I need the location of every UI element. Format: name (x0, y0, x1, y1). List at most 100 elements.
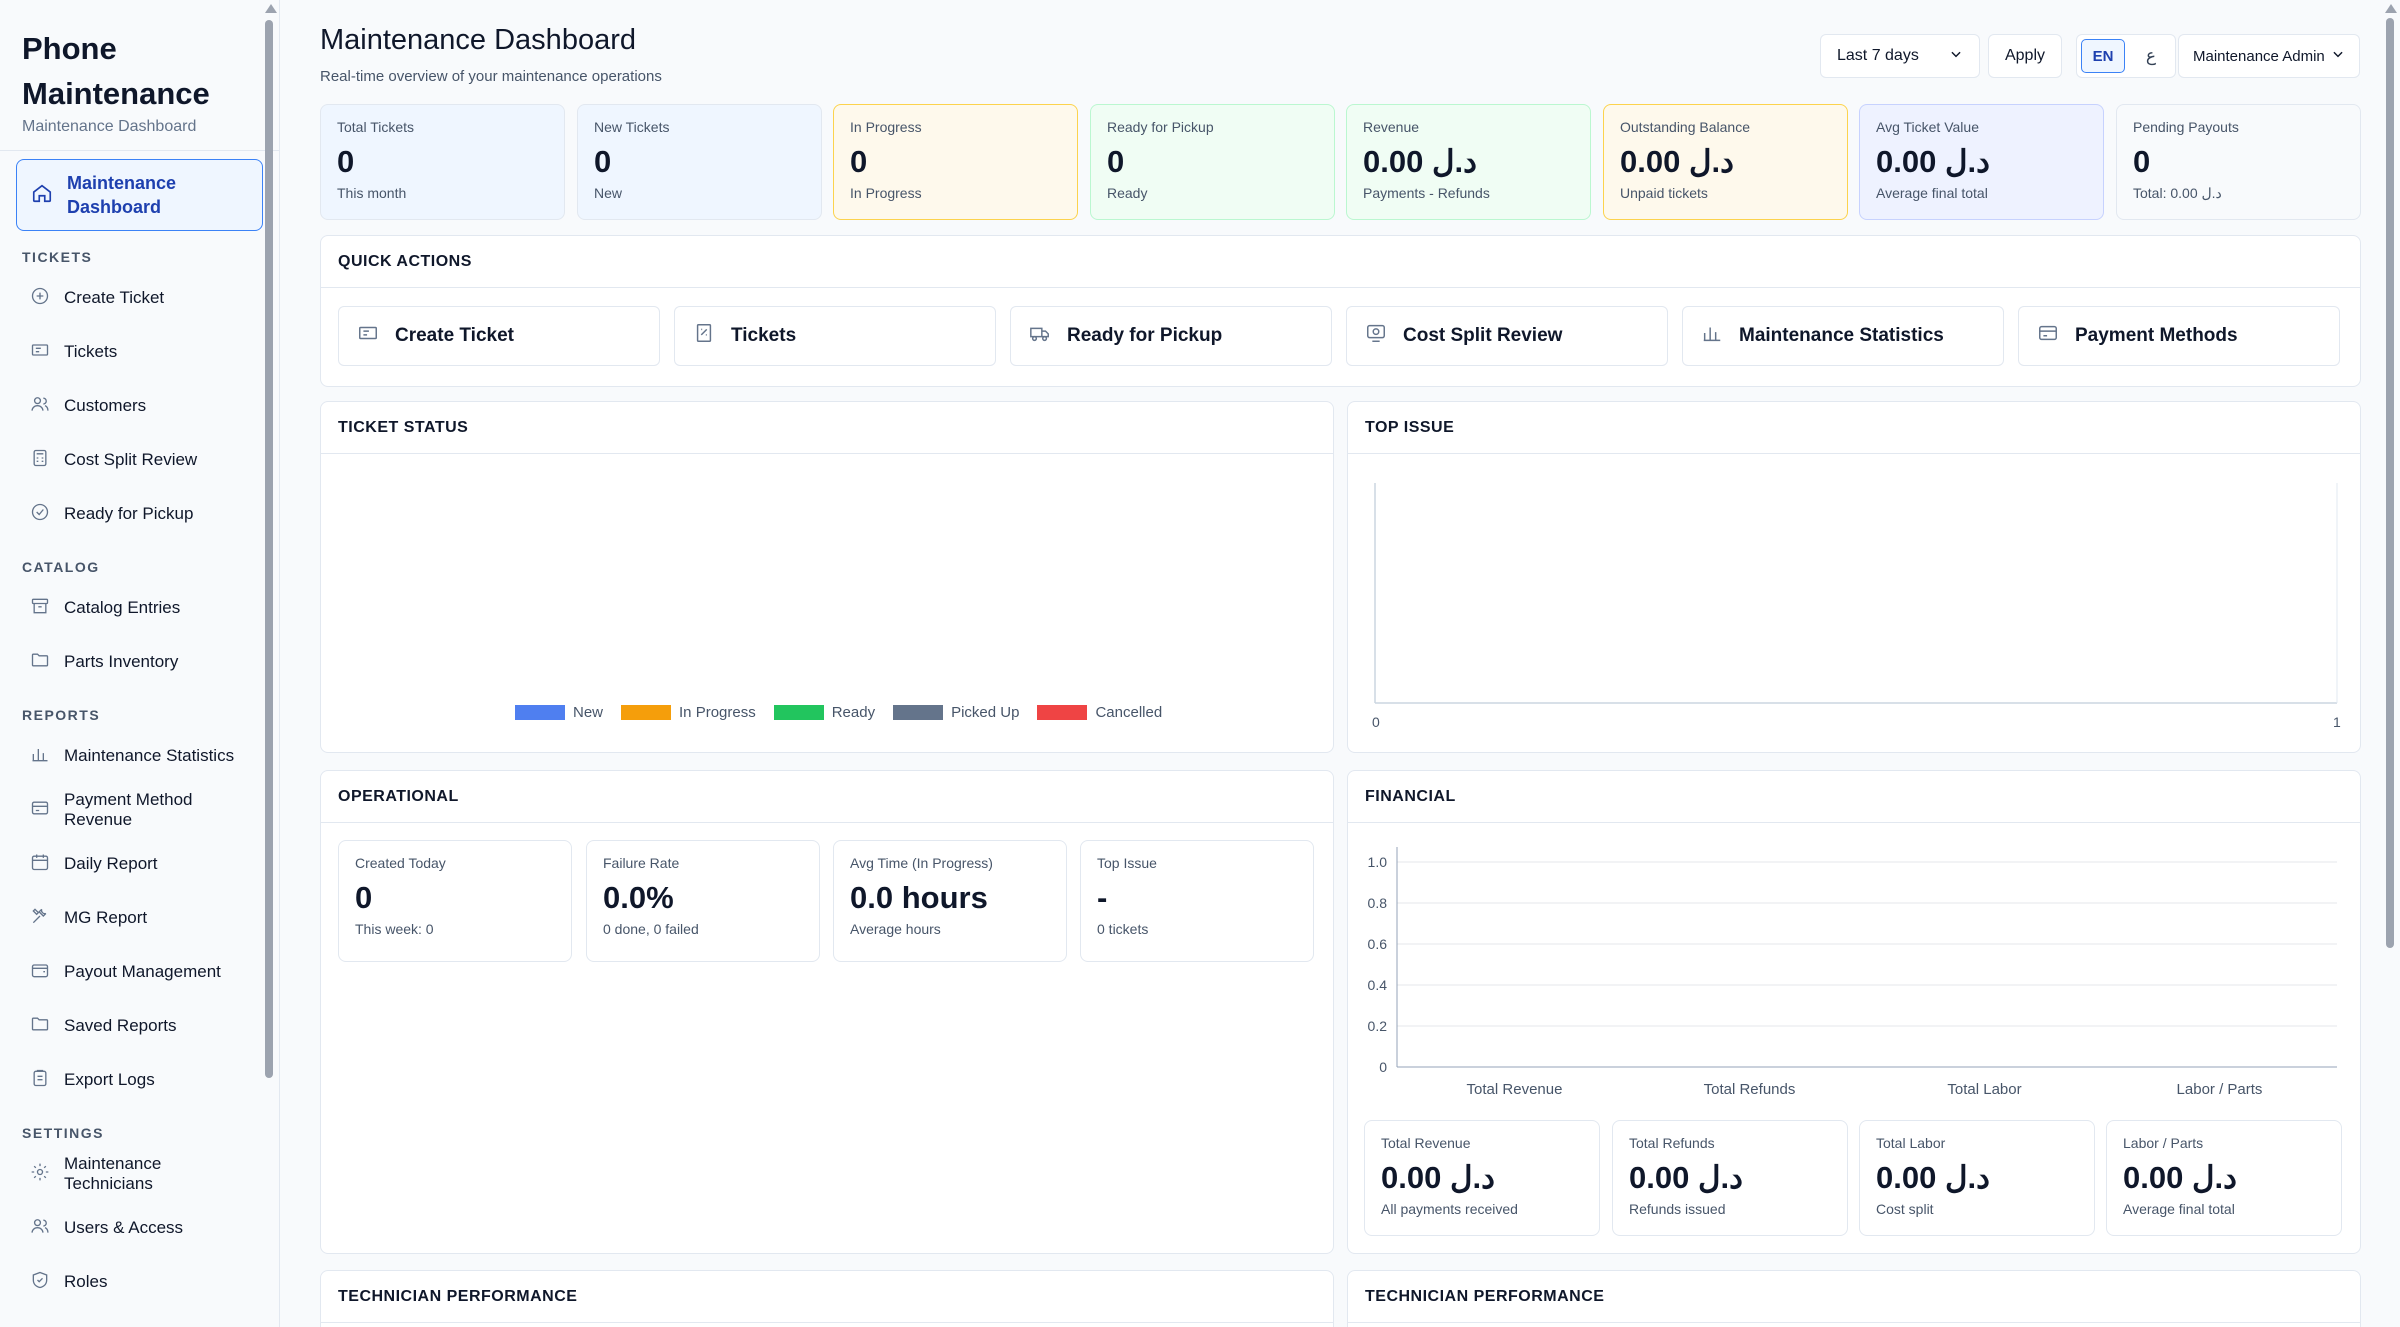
section-tickets: TICKETS (22, 249, 93, 265)
scrollbar-thumb[interactable] (2386, 18, 2394, 948)
section-settings: SETTINGS (22, 1125, 105, 1141)
kpi-sub: Unpaid tickets (1620, 185, 1708, 201)
kpi-card: Outstanding Balance 0.00 د.ل Unpaid ticket… (1603, 104, 1848, 220)
quick-action-cost-split-review[interactable]: Cost Split Review (1346, 306, 1668, 366)
legend-label: Picked Up (951, 704, 1020, 721)
section-reports: REPORTS (22, 707, 101, 723)
quick-action-payment-methods[interactable]: Payment Methods (2018, 306, 2340, 366)
kpi-sub: New (594, 185, 623, 201)
sidebar-item-catalog-entries[interactable]: Catalog Entries (0, 581, 279, 635)
kpi-sub: Total: 0.00 د.ل (2133, 185, 2222, 201)
sidebar-item-create-ticket[interactable]: Create Ticket (0, 271, 279, 325)
ticket-status-panel: TICKET STATUS (320, 401, 1334, 753)
legend-item[interactable]: New (515, 704, 603, 721)
sidebar-item-cost-split-review[interactable]: Cost Split Review (0, 433, 279, 487)
top-issue-x-min: 0 (1372, 714, 1380, 730)
card-value: 0.00 د.ل (1381, 1160, 1495, 1195)
wallet-icon (30, 960, 50, 985)
quick-action-tickets[interactable]: Tickets (674, 306, 996, 366)
page-subtitle: Real-time overview of your maintenance o… (320, 68, 662, 85)
sidebar-item-maintenance-dashboard[interactable]: Maintenance Dashboard (16, 159, 263, 231)
sidebar-item-tickets[interactable]: Tickets (0, 325, 279, 379)
kpi-label: Pending Payouts (2133, 119, 2239, 135)
calendar-icon (30, 852, 50, 877)
top-issue-x-max: 1 (2333, 714, 2341, 730)
kpi-label: Total Tickets (337, 119, 415, 135)
home-icon (31, 182, 53, 209)
clipboard-icon (30, 1068, 50, 1093)
sidebar-item-parts-inventory[interactable]: Parts Inventory (0, 635, 279, 689)
technician-performance-title-right: TECHNICIAN PERFORMANCE (1348, 1271, 2360, 1323)
sidebar-item-ready-for-pickup[interactable]: Ready for Pickup (0, 487, 279, 541)
bar-chart-icon (30, 744, 50, 769)
ticket-icon (357, 322, 379, 350)
scroll-up-arrow-icon[interactable] (2385, 4, 2397, 13)
main-content: Maintenance Dashboard Real-time overview… (280, 0, 2400, 1327)
receipt-icon (693, 322, 715, 350)
quick-action-create-ticket[interactable]: Create Ticket (338, 306, 660, 366)
card-label: Total Revenue (1381, 1135, 1471, 1151)
kpi-label: New Tickets (594, 119, 670, 135)
operational-card: Created Today 0 This week: 0 (338, 840, 572, 962)
ticket-icon (30, 340, 50, 365)
card-sub: This week: 0 (355, 921, 434, 937)
kpi-card: Avg Ticket Value 0.00 د.ل Average final to… (1859, 104, 2104, 220)
sidebar-item-payout-management[interactable]: Payout Management (0, 945, 279, 999)
kpi-label: Ready for Pickup (1107, 119, 1214, 135)
sidebar-item-customers[interactable]: Customers (0, 379, 279, 433)
sidebar-item-users-access[interactable]: Users & Access (0, 1201, 279, 1255)
scrollbar-thumb[interactable] (265, 20, 273, 1078)
scroll-up-arrow-icon[interactable] (265, 4, 277, 13)
card-sub: 0 tickets (1097, 921, 1149, 937)
lang-en-button[interactable]: EN (2081, 39, 2125, 73)
card-label: Failure Rate (603, 855, 680, 871)
sidebar-item-maintenance-technicians[interactable]: Maintenance Technicians (0, 1147, 279, 1201)
quick-actions-title: QUICK ACTIONS (321, 236, 2360, 288)
date-range-select[interactable]: Last 7 days (1820, 34, 1980, 78)
kpi-label: Avg Ticket Value (1876, 119, 1979, 135)
sidebar-item-payment-method-revenue[interactable]: Payment Method Revenue (0, 783, 279, 837)
legend-label: In Progress (679, 704, 756, 721)
kpi-value: 0 (850, 144, 868, 179)
quick-action-ready-for-pickup[interactable]: Ready for Pickup (1010, 306, 1332, 366)
legend-item[interactable]: In Progress (621, 704, 756, 721)
card-value: 0.00 د.ل (1876, 1160, 1990, 1195)
x-tick-label: Labor / Parts (2177, 1081, 2263, 1098)
financial-chart: 0 0.2 0.4 0.6 0.8 1.0 Total Revenue Total Refun… (1368, 847, 2337, 1098)
sidebar-scrollbar[interactable] (263, 0, 277, 1327)
apply-button[interactable]: Apply (1988, 34, 2062, 78)
financial-card: Total Labor 0.00 د.ل Cost split (1859, 1120, 2095, 1236)
card-label: Avg Time (In Progress) (850, 855, 993, 871)
legend-swatch (621, 705, 672, 720)
shield-icon (30, 1270, 50, 1295)
user-menu[interactable]: Maintenance Admin (2178, 34, 2360, 78)
chevron-down-icon (2331, 47, 2345, 65)
kpi-value: 0.00 د.ل (1876, 144, 1990, 179)
sidebar-item-roles[interactable]: Roles (0, 1255, 279, 1309)
legend-item[interactable]: Ready (773, 704, 875, 721)
sidebar-item-saved-reports[interactable]: Saved Reports (0, 999, 279, 1053)
sidebar-item-maintenance-statistics[interactable]: Maintenance Statistics (0, 729, 279, 783)
y-tick-label: 0.8 (1368, 895, 1388, 911)
sidebar-item-daily-report[interactable]: Daily Report (0, 837, 279, 891)
users-icon (30, 394, 50, 419)
sidebar-item-mg-report[interactable]: MG Report (0, 891, 279, 945)
card-label: Total Refunds (1629, 1135, 1715, 1151)
y-tick-label: 0 (1379, 1059, 1387, 1075)
legend-item[interactable]: Picked Up (893, 704, 1019, 721)
lang-ar-button[interactable]: ع (2131, 39, 2171, 73)
main-scrollbar[interactable] (2384, 0, 2397, 1327)
language-toggle: EN ع (2076, 34, 2176, 78)
legend-item[interactable]: Cancelled (1037, 704, 1162, 721)
kpi-card: Pending Payouts 0 Total: 0.00 د.ل (2116, 104, 2361, 220)
monitor-coin-icon (1365, 322, 1387, 350)
kpi-value: 0 (337, 144, 355, 179)
tools-icon (30, 906, 50, 931)
kpi-value: 0.00 د.ل (1620, 144, 1734, 179)
sidebar-item-export-logs[interactable]: Export Logs (0, 1053, 279, 1107)
operational-card: Failure Rate 0.0% 0 done, 0 failed (586, 840, 820, 962)
plus-circle-icon (30, 286, 50, 311)
quick-action-maintenance-statistics[interactable]: Maintenance Statistics (1682, 306, 2004, 366)
chevron-down-icon (1949, 47, 1963, 66)
ticket-status-title: TICKET STATUS (321, 402, 1333, 454)
